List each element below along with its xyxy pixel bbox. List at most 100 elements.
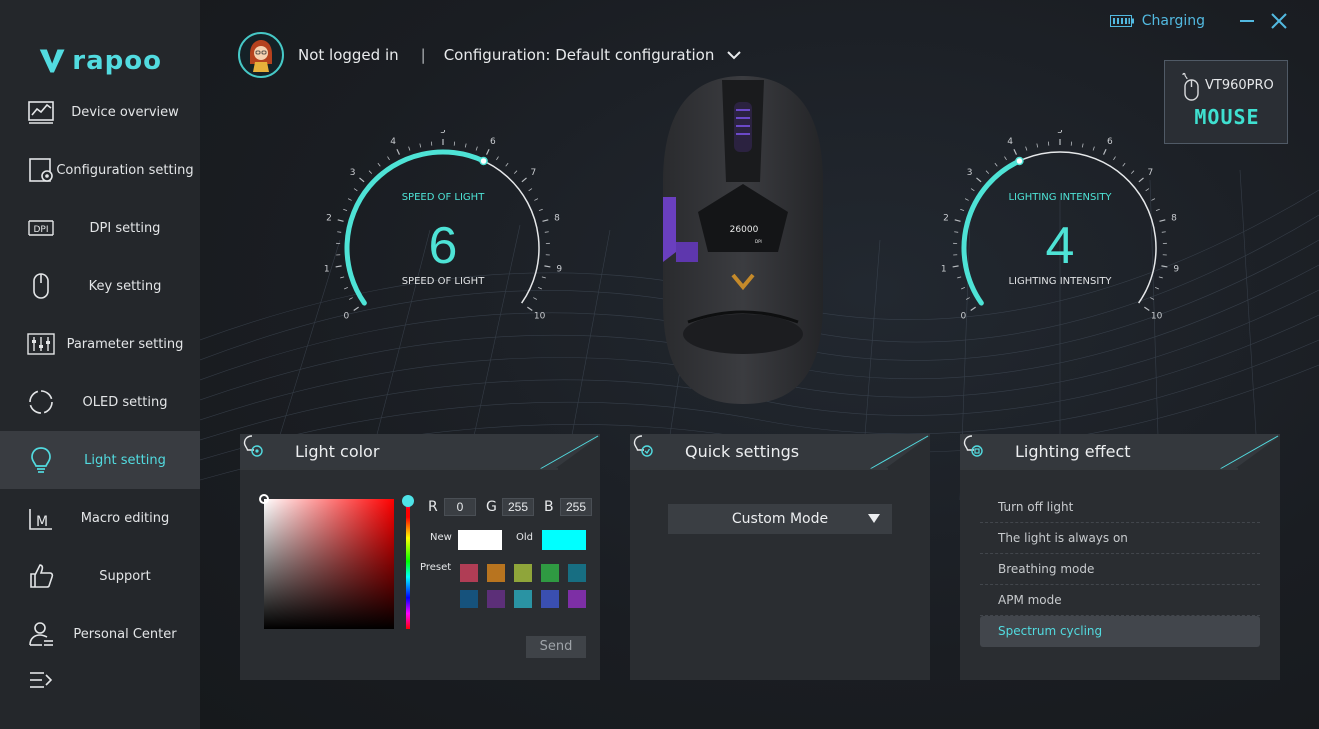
gauge-tick [513, 170, 518, 174]
sidebar-item-device-overview[interactable]: Device overview [0, 83, 200, 141]
gauge-tick [1113, 156, 1116, 161]
speed-gauge[interactable]: 0 1 2 3 4 5 6 7 8 9 10 SPEED OF LIGHT 6 SPEED OF L… [313, 130, 573, 330]
b-label: B [544, 499, 554, 515]
gauge-tick [343, 287, 348, 290]
gauge-tick [485, 148, 490, 155]
sidebar-item-label: DPI setting [89, 220, 161, 236]
user-status[interactable]: Not logged in [298, 46, 399, 64]
g-input[interactable] [502, 498, 534, 516]
preset-color-swatch[interactable] [460, 590, 478, 608]
logo-text: rapoo [72, 46, 162, 76]
gauge-knob[interactable] [1015, 156, 1024, 166]
gauge-tick-label: 10 [1151, 312, 1163, 322]
sidebar-item-macro[interactable]: M Macro editing [0, 489, 200, 547]
panel-header-bg [240, 434, 600, 470]
panel-header: Quick settings [630, 434, 930, 470]
sidebar-item-configuration[interactable]: Configuration setting [0, 141, 200, 199]
preset-color-swatch[interactable] [568, 590, 586, 608]
gauge-tick [387, 156, 390, 161]
hue-slider[interactable] [402, 495, 414, 629]
gauge-tick [343, 208, 348, 212]
gauge-tick-label: 3 [967, 168, 973, 178]
device-type: MOUSE [1194, 105, 1260, 129]
gauge-knob[interactable] [479, 156, 488, 166]
sidebar-item-dpi[interactable]: DPI DPI setting [0, 199, 200, 257]
battery-icon [1109, 15, 1134, 27]
r-input[interactable] [444, 498, 476, 516]
configuration-selector[interactable]: Configuration: Default configuration [444, 46, 715, 64]
gauge-tick [1150, 297, 1155, 300]
gauge-tick [505, 162, 509, 167]
gauge-tick [1081, 143, 1084, 148]
preset-color-swatch[interactable] [541, 590, 559, 608]
gauge-subtitle: SPEED OF LIGHT [401, 276, 485, 287]
gauge-tick [1036, 143, 1039, 148]
b-input[interactable] [560, 498, 592, 516]
gauge-tick [994, 162, 998, 167]
gauge-value: 4 [1045, 217, 1075, 275]
new-color-swatch [458, 530, 502, 550]
effect-turn-off-light[interactable]: Turn off light [980, 492, 1260, 523]
effect-breathing[interactable]: Breathing mode [980, 554, 1260, 585]
panel-header: Lighting effect [960, 434, 1280, 470]
window-controls: Charging [1109, 9, 1289, 33]
gauge-tick [464, 143, 467, 148]
collapse-menu-icon[interactable] [28, 668, 54, 694]
effect-always-on[interactable]: The light is always on [980, 523, 1260, 554]
quick-settings-icon [633, 435, 653, 457]
preset-color-swatch[interactable] [568, 564, 586, 582]
gauge-tick-label: 4 [390, 137, 396, 147]
gauge-tick [528, 188, 533, 192]
new-color-label: New [430, 532, 452, 543]
header-separator: | [420, 46, 426, 64]
gauge-tick-label: 7 [1148, 168, 1154, 178]
send-button[interactable]: Send [526, 636, 586, 658]
close-icon[interactable] [1269, 11, 1289, 31]
panel-header: Light color [240, 434, 600, 470]
sidebar-item-label: Personal Center [73, 626, 177, 642]
sidebar-item-light[interactable]: Light setting [0, 431, 200, 489]
sidebar-item-parameter[interactable]: Parameter setting [0, 315, 200, 373]
sidebar-item-key[interactable]: Key setting [0, 257, 200, 315]
sidebar-item-oled[interactable]: OLED setting [0, 373, 200, 431]
gauge-tick [353, 306, 359, 312]
gauge-tick [985, 170, 990, 174]
preset-color-swatch[interactable] [541, 564, 559, 582]
mouse-oled-dpi: 26000 [730, 225, 759, 235]
effect-list: Turn off light The light is always on Br… [980, 492, 1260, 647]
avatar-icon [250, 40, 272, 72]
sidebar-item-support[interactable]: Support [0, 547, 200, 605]
gauge-tick [377, 162, 381, 167]
gauge-tick-label: 5 [440, 130, 446, 136]
sidebar-item-label: Support [99, 568, 151, 584]
gauge-tick [970, 306, 976, 312]
mode-dropdown[interactable]: Custom Mode [668, 504, 892, 534]
preset-color-swatch[interactable] [487, 590, 505, 608]
effect-spectrum-cycling[interactable]: Spectrum cycling [980, 616, 1260, 647]
gauge-value: 6 [428, 217, 458, 275]
preset-color-swatch[interactable] [514, 590, 532, 608]
color-saturation-picker[interactable] [259, 494, 394, 629]
intensity-gauge[interactable]: 0 1 2 3 4 5 6 7 8 9 10 LIGHTING INTENSITY 4 LIGHTI… [930, 130, 1190, 330]
preset-color-swatch[interactable] [514, 564, 532, 582]
preset-color-swatch[interactable] [487, 564, 505, 582]
chevron-down-icon[interactable] [726, 47, 742, 63]
sidebar-item-personal-center[interactable]: Personal Center [0, 605, 200, 663]
preset-color-swatch[interactable] [460, 564, 478, 582]
gauge-tick [359, 177, 365, 183]
avatar[interactable] [238, 32, 284, 78]
gauge-tick [538, 287, 543, 290]
old-color-swatch[interactable] [542, 530, 586, 550]
minimize-icon[interactable] [1237, 11, 1257, 31]
gauge-tick [965, 297, 970, 300]
effect-apm[interactable]: APM mode [980, 585, 1260, 616]
saturation-handle[interactable] [259, 494, 269, 504]
gauge-tick-label: 5 [1057, 130, 1063, 136]
sidebar-item-label: Parameter setting [66, 336, 184, 352]
gauge-tick [976, 177, 982, 183]
hue-handle[interactable] [402, 495, 414, 507]
gauge-subtitle: LIGHTING INTENSITY [1008, 276, 1112, 287]
mouse-device-icon [1182, 72, 1199, 101]
sidebar: rapoo Device overview Configuration sett… [0, 0, 200, 729]
gauge-tick [970, 188, 975, 192]
